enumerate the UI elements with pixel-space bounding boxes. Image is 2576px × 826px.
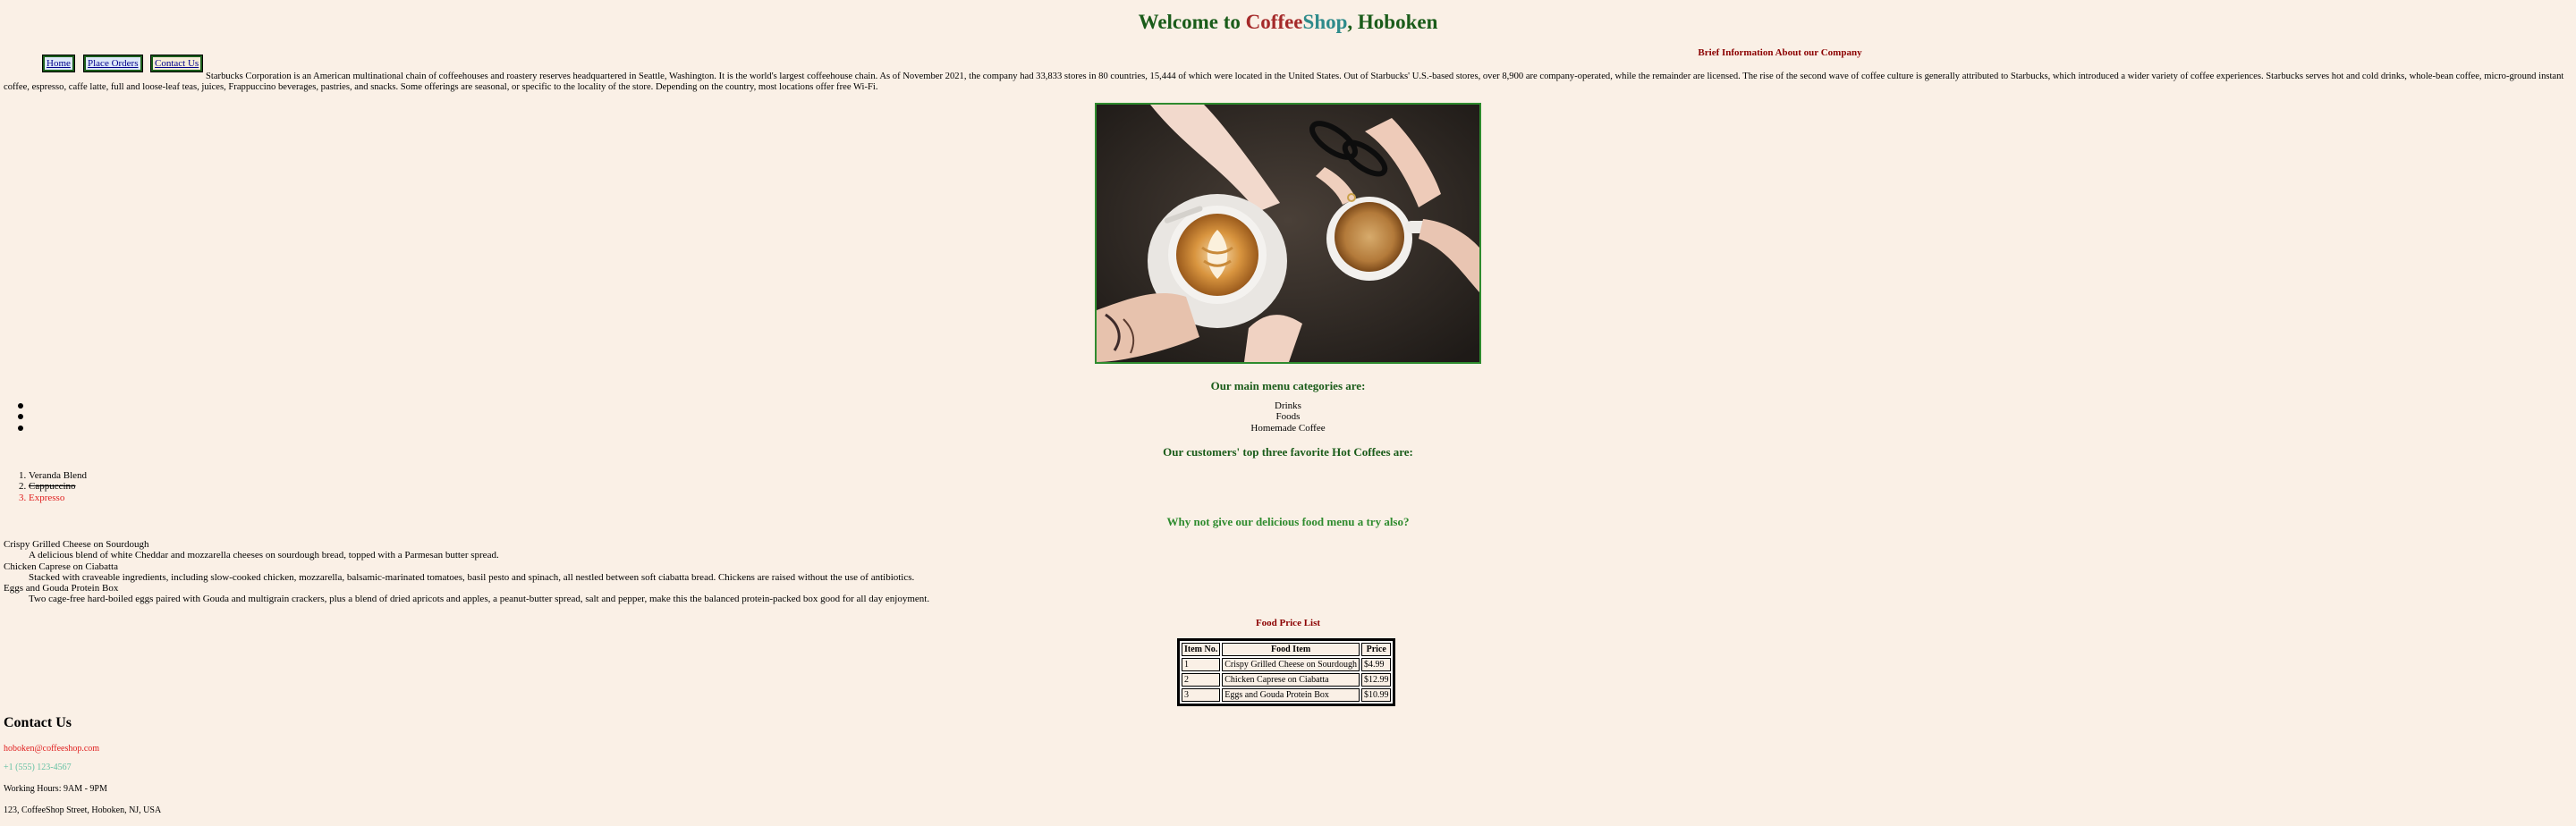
contact-heading: Contact Us	[4, 715, 72, 730]
list-item: Expresso	[29, 493, 87, 503]
column-header: Price	[1360, 643, 1392, 656]
category-label: Drinks	[1275, 400, 1301, 411]
table-cell: Eggs and Gouda Protein Box	[1222, 688, 1360, 702]
contact-hours: Working Hours: 9AM - 9PM	[4, 784, 107, 794]
table-row: 3 Eggs and Gouda Protein Box $10.99	[1182, 688, 1392, 702]
category-label: Foods	[1275, 411, 1301, 423]
food-item-description: A delicious blend of white Cheddar and m…	[29, 550, 499, 561]
food-item-name: Crispy Grilled Cheese on Sourdough	[4, 539, 149, 550]
food-menu-list: Crispy Grilled Cheese on Sourdough A del…	[4, 539, 929, 605]
hero-image-coffee-cups	[1095, 103, 1481, 364]
contact-phone[interactable]: +1 (555) 123-4567	[4, 763, 72, 772]
title-suffix: , Hoboken	[1347, 11, 1438, 33]
categories-list: Drinks Foods Homemade Coffee	[0, 400, 2576, 434]
contact-email[interactable]: hoboken@coffeeshop.com	[4, 744, 99, 754]
categories-heading: Our main menu categories are:	[1210, 379, 1366, 392]
table-cell: $10.99	[1360, 688, 1392, 702]
list-item: Foods	[0, 411, 2576, 422]
table-cell: 3	[1182, 688, 1221, 702]
table-cell: $12.99	[1360, 673, 1392, 687]
page-title: Welcome to CoffeeShop, Hoboken	[0, 11, 2576, 34]
coffee-cups-illustration	[1097, 105, 1479, 362]
table-row: 2 Chicken Caprese on Ciabatta $12.99	[1182, 673, 1392, 687]
column-header: Item No.	[1182, 643, 1221, 656]
food-item-description: Stacked with craveable ingredients, incl…	[29, 571, 915, 583]
list-item: Veranda Blend	[29, 470, 87, 481]
table-cell: Chicken Caprese on Ciabatta	[1222, 673, 1360, 687]
food-item-name: Chicken Caprese on Ciabatta	[4, 560, 118, 572]
bullet-icon	[18, 414, 23, 420]
price-list-heading: Food Price List	[1255, 618, 1321, 628]
food-item-name: Eggs and Gouda Protein Box	[4, 583, 119, 594]
title-prefix: Welcome to	[1138, 11, 1246, 33]
food-menu-heading: Why not give our delicious food menu a t…	[1166, 515, 1410, 528]
table-header-row: Item No. Food Item Price	[1182, 643, 1392, 656]
table-row: 1 Crispy Grilled Cheese on Sourdough $4.…	[1182, 658, 1392, 671]
bullet-icon	[18, 425, 23, 431]
title-shop: Shop	[1302, 11, 1348, 33]
favorites-heading: Our customers' top three favorite Hot Co…	[1163, 445, 1413, 459]
table-cell: 2	[1182, 673, 1221, 687]
contact-address: 123, CoffeeShop Street, Hoboken, NJ, USA	[4, 805, 162, 815]
list-item: Drinks	[0, 400, 2576, 411]
table-cell: 1	[1182, 658, 1221, 671]
price-table: Item No. Food Item Price 1 Crispy Grille…	[1177, 638, 1396, 706]
table-cell: Crispy Grilled Cheese on Sourdough	[1222, 658, 1360, 671]
about-heading: Brief Information About our Company	[1698, 47, 1862, 58]
bullet-icon	[18, 403, 23, 409]
list-item: Homemade Coffee	[0, 423, 2576, 434]
title-coffee: Coffee	[1245, 11, 1303, 33]
table-cell: $4.99	[1360, 658, 1392, 671]
category-label: Homemade Coffee	[1250, 422, 1326, 434]
favorites-list: Veranda Blend Cappuccino Expresso	[0, 470, 87, 503]
about-paragraph: Starbucks Corporation is an American mul…	[4, 72, 2564, 93]
list-item: Cappuccino	[29, 481, 87, 492]
food-item-description: Two cage-free hard-boiled eggs paired wi…	[29, 594, 930, 605]
column-header: Food Item	[1222, 643, 1360, 656]
